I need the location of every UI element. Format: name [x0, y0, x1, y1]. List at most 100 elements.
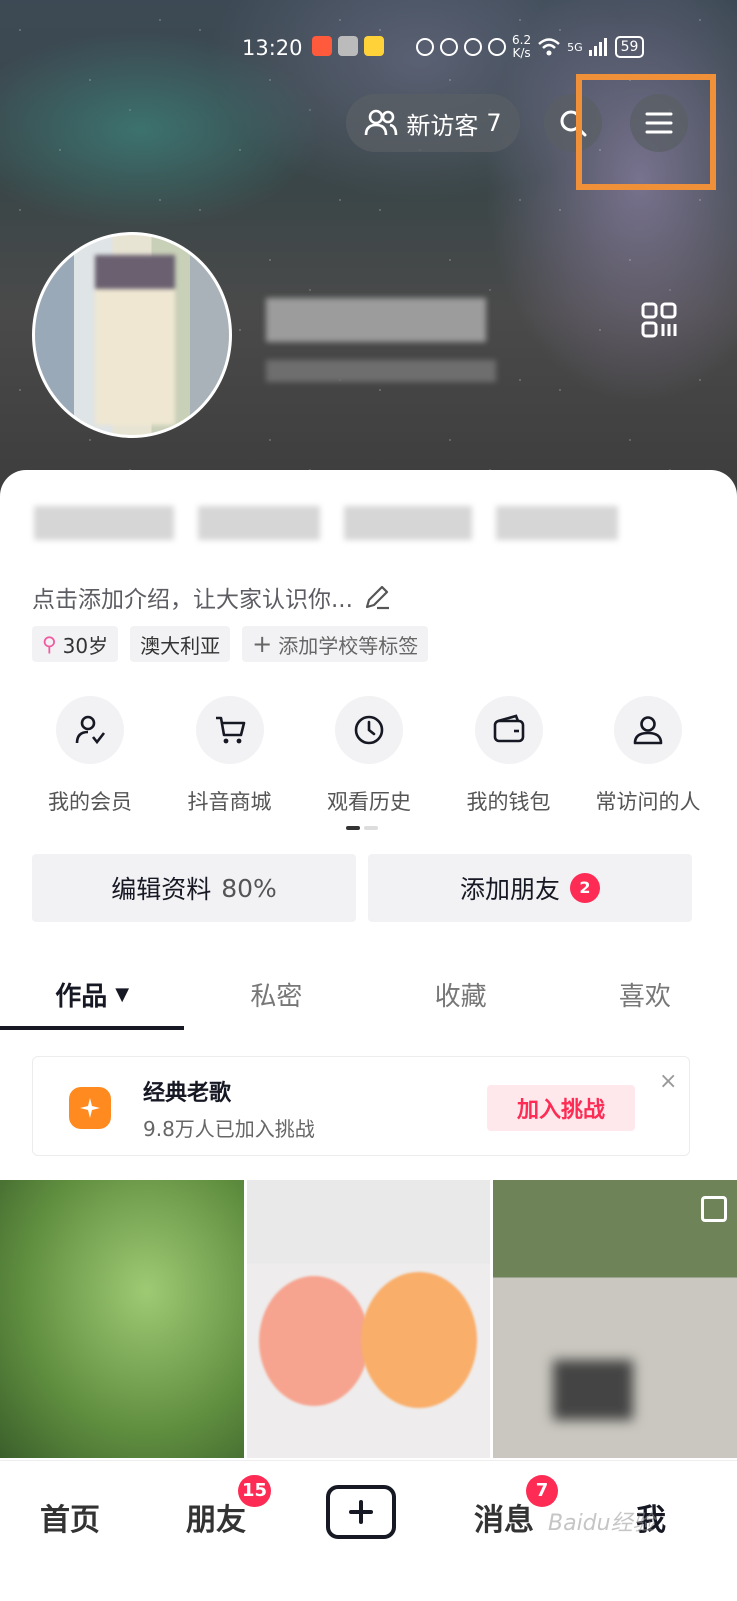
intro-text: 点击添加介绍，让大家认识你...	[32, 587, 353, 613]
add-friend-button[interactable]: 添加朋友 2	[368, 854, 692, 922]
edit-profile-button[interactable]: 编辑资料 80%	[32, 854, 356, 922]
tab-works[interactable]: 作品 ▼	[0, 958, 185, 1030]
tag-add-school[interactable]: + 添加学校等标签	[242, 626, 429, 662]
tab-label: 喜欢	[618, 981, 671, 1012]
tab-label: 收藏	[434, 981, 487, 1012]
status-time: 13:20	[242, 36, 303, 60]
profile-card: 点击添加介绍，让大家认识你... ⚲ 30岁 澳大利亚 + 添加学校等标签 我的…	[0, 470, 737, 1460]
alarm-icon	[464, 38, 482, 56]
add-friend-label: 添加朋友	[459, 875, 560, 904]
person-icon	[614, 696, 682, 764]
nfc-icon	[416, 38, 434, 56]
shortcut-label: 观看历史	[327, 790, 411, 814]
tag-location[interactable]: 澳大利亚	[130, 626, 231, 662]
challenge-logo-icon	[69, 1087, 111, 1129]
status-bar: 13:20 6.2 K/s 5G 59	[0, 34, 737, 66]
shortcut-label: 抖音商城	[187, 790, 272, 814]
shortcut-label: 常访问的人	[595, 790, 701, 814]
clock-icon	[335, 696, 403, 764]
wifi-icon	[538, 38, 560, 56]
video-thumbnail[interactable]	[493, 1180, 737, 1458]
page-dot-active	[346, 826, 360, 830]
edit-pencil-icon	[365, 585, 389, 610]
nav-home[interactable]: 首页	[40, 1495, 100, 1539]
people-icon	[365, 109, 398, 136]
nav-friends[interactable]: 朋友 15	[186, 1475, 272, 1539]
stat-blurred	[198, 506, 320, 540]
video-thumbnail[interactable]	[0, 1180, 244, 1458]
shortcut-mall[interactable]: 抖音商城	[164, 696, 296, 816]
profile-header: 13:20 6.2 K/s 5G 59 新访客 7	[0, 0, 737, 520]
tab-private[interactable]: 私密	[184, 958, 368, 1030]
shortcut-member[interactable]: 我的会员	[24, 696, 156, 816]
join-challenge-button[interactable]: 加入挑战	[487, 1085, 635, 1131]
plus-icon	[349, 1500, 373, 1524]
tag-age[interactable]: ⚲ 30岁	[32, 626, 119, 662]
profile-tags: ⚲ 30岁 澳大利亚 + 添加学校等标签	[32, 626, 429, 662]
shortcut-label: 我的钱包	[466, 790, 551, 814]
plus-icon: +	[252, 630, 273, 658]
status-app-icons	[312, 36, 384, 56]
tab-label: 私密	[250, 981, 303, 1012]
add-friend-badge: 2	[570, 873, 600, 903]
challenge-subtitle: 9.8万人已加入挑战	[143, 1117, 315, 1141]
app-notification-icon	[364, 36, 384, 56]
shortcut-wallet[interactable]: 我的钱包	[443, 696, 575, 816]
dropdown-triangle-icon: ▼	[115, 983, 130, 1005]
avatar[interactable]	[32, 232, 232, 438]
shortcut-history[interactable]: 观看历史	[303, 696, 435, 816]
app-notification-icon	[338, 36, 358, 56]
wallet-icon	[474, 696, 543, 764]
video-thumbnail[interactable]	[246, 1180, 491, 1458]
status-system-icons: 6.2 K/s 5G 59	[416, 34, 645, 60]
cart-icon	[195, 696, 264, 764]
nav-friends-label: 朋友	[186, 1503, 246, 1538]
thumbnail-content	[258, 1276, 369, 1406]
tab-favorites[interactable]: 收藏	[369, 958, 553, 1030]
nav-messages-label: 消息	[474, 1503, 534, 1538]
shortcut-page-indicator	[346, 826, 378, 830]
n-icon	[440, 38, 458, 56]
tag-age-text: 30岁	[62, 633, 109, 658]
page-dot	[364, 826, 378, 830]
tag-location-text: 澳大利亚	[140, 633, 221, 658]
friends-badge: 15	[238, 1475, 272, 1507]
new-visitors-button[interactable]: 新访客 7	[346, 94, 520, 152]
user-id-blurred	[266, 360, 496, 382]
content-tabs: 作品 ▼ 私密 收藏 喜欢	[0, 958, 737, 1030]
edit-profile-progress: 80%	[221, 873, 277, 903]
member-icon	[56, 696, 124, 764]
tab-likes[interactable]: 喜欢	[553, 958, 737, 1030]
multi-image-icon	[701, 1196, 728, 1222]
challenge-title: 经典老歌	[143, 1081, 232, 1106]
watermark: Baidu经验	[548, 1511, 655, 1536]
battery-indicator: 59	[614, 36, 645, 58]
thumbnail-content	[553, 1360, 634, 1420]
edit-profile-label: 编辑资料	[111, 875, 212, 904]
visitor-count: 7	[486, 109, 502, 137]
avatar-photo-blurred	[95, 255, 175, 425]
signal-label: 5G	[567, 40, 583, 54]
video-grid	[0, 1180, 737, 1458]
thumbnail-content	[360, 1272, 477, 1408]
profile-actions: 编辑资料 80% 添加朋友 2	[32, 854, 692, 922]
bottom-nav: 首页 朋友 15 消息 7 我 Baidu经验	[0, 1460, 737, 1601]
female-icon: ⚲	[42, 632, 57, 656]
messages-badge: 7	[526, 1475, 558, 1507]
signal-icon	[588, 38, 607, 56]
net-speed: 6.2 K/s	[512, 34, 531, 60]
nav-messages[interactable]: 消息 7	[474, 1475, 558, 1539]
username-blurred	[266, 298, 486, 342]
net-speed-unit: K/s	[512, 46, 531, 60]
close-icon[interactable]: ×	[659, 1069, 677, 1094]
intro-prompt[interactable]: 点击添加介绍，让大家认识你...	[32, 580, 391, 614]
qr-code-icon[interactable]	[641, 302, 677, 338]
challenge-banner[interactable]: 经典老歌 9.8万人已加入挑战 加入挑战 ×	[32, 1056, 690, 1156]
create-button[interactable]	[326, 1485, 396, 1539]
menu-highlight-box	[576, 74, 716, 190]
shortcut-row: 我的会员 抖音商城 观看历史 我的钱包 常访问的人	[24, 696, 714, 816]
shortcut-label: 我的会员	[48, 790, 132, 814]
stat-blurred	[34, 506, 174, 540]
stat-blurred	[344, 506, 472, 540]
shortcut-frequent-visitors[interactable]: 常访问的人	[582, 696, 714, 816]
